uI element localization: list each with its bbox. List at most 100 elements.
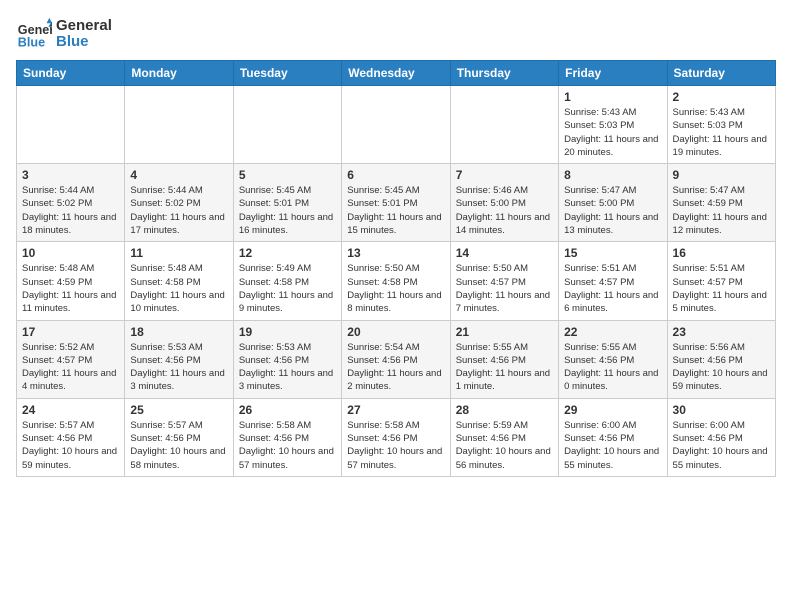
day-info: Sunrise: 5:45 AM Sunset: 5:01 PM Dayligh… [239,184,336,237]
calendar-table: SundayMondayTuesdayWednesdayThursdayFrid… [16,60,776,477]
day-info: Sunrise: 5:57 AM Sunset: 4:56 PM Dayligh… [130,419,227,472]
day-number: 29 [564,403,661,417]
day-number: 27 [347,403,444,417]
day-number: 19 [239,325,336,339]
calendar-cell: 25 Sunrise: 5:57 AM Sunset: 4:56 PM Dayli… [125,398,233,476]
day-number: 1 [564,90,661,104]
day-number: 25 [130,403,227,417]
logo-text-blue: Blue [56,34,112,51]
day-info: Sunrise: 5:51 AM Sunset: 4:57 PM Dayligh… [564,262,661,315]
day-info: Sunrise: 5:58 AM Sunset: 4:56 PM Dayligh… [239,419,336,472]
day-number: 9 [673,168,770,182]
logo-text-general: General [56,18,112,35]
weekday-header-monday: Monday [125,61,233,86]
calendar-header-row: SundayMondayTuesdayWednesdayThursdayFrid… [17,61,776,86]
logo: General Blue General Blue [16,16,112,52]
day-number: 24 [22,403,119,417]
day-info: Sunrise: 5:53 AM Sunset: 4:56 PM Dayligh… [130,341,227,394]
calendar-cell: 29 Sunrise: 6:00 AM Sunset: 4:56 PM Dayli… [559,398,667,476]
calendar-cell: 26 Sunrise: 5:58 AM Sunset: 4:56 PM Dayli… [233,398,341,476]
day-number: 5 [239,168,336,182]
calendar-cell: 14 Sunrise: 5:50 AM Sunset: 4:57 PM Dayli… [450,242,558,320]
calendar-cell: 1 Sunrise: 5:43 AM Sunset: 5:03 PM Daylig… [559,86,667,164]
day-number: 26 [239,403,336,417]
calendar-cell [17,86,125,164]
day-number: 17 [22,325,119,339]
calendar-cell: 6 Sunrise: 5:45 AM Sunset: 5:01 PM Daylig… [342,164,450,242]
day-info: Sunrise: 5:57 AM Sunset: 4:56 PM Dayligh… [22,419,119,472]
svg-text:Blue: Blue [18,36,45,50]
day-number: 13 [347,246,444,260]
day-info: Sunrise: 5:54 AM Sunset: 4:56 PM Dayligh… [347,341,444,394]
day-number: 23 [673,325,770,339]
calendar-cell: 15 Sunrise: 5:51 AM Sunset: 4:57 PM Dayli… [559,242,667,320]
calendar-cell: 4 Sunrise: 5:44 AM Sunset: 5:02 PM Daylig… [125,164,233,242]
calendar-cell: 19Sunrise: 5:53 AM Sunset: 4:56 PM Dayli… [233,320,341,398]
weekday-header-saturday: Saturday [667,61,775,86]
weekday-header-tuesday: Tuesday [233,61,341,86]
day-info: Sunrise: 5:44 AM Sunset: 5:02 PM Dayligh… [22,184,119,237]
day-info: Sunrise: 5:52 AM Sunset: 4:57 PM Dayligh… [22,341,119,394]
day-number: 14 [456,246,553,260]
day-number: 30 [673,403,770,417]
day-number: 15 [564,246,661,260]
day-number: 8 [564,168,661,182]
page-header: General Blue General Blue [16,16,776,52]
calendar-cell: 5 Sunrise: 5:45 AM Sunset: 5:01 PM Daylig… [233,164,341,242]
calendar-cell: 16 Sunrise: 5:51 AM Sunset: 4:57 PM Dayli… [667,242,775,320]
day-info: Sunrise: 6:00 AM Sunset: 4:56 PM Dayligh… [673,419,770,472]
calendar-cell: 27Sunrise: 5:58 AM Sunset: 4:56 PM Dayli… [342,398,450,476]
day-number: 16 [673,246,770,260]
day-number: 12 [239,246,336,260]
day-info: Sunrise: 5:55 AM Sunset: 4:56 PM Dayligh… [456,341,553,394]
calendar-week-3: 10 Sunrise: 5:48 AM Sunset: 4:59 PM Dayli… [17,242,776,320]
calendar-cell [450,86,558,164]
day-info: Sunrise: 5:55 AM Sunset: 4:56 PM Dayligh… [564,341,661,394]
calendar-cell: 17 Sunrise: 5:52 AM Sunset: 4:57 PM Dayli… [17,320,125,398]
day-number: 4 [130,168,227,182]
day-number: 22 [564,325,661,339]
day-info: Sunrise: 5:43 AM Sunset: 5:03 PM Dayligh… [564,106,661,159]
weekday-header-thursday: Thursday [450,61,558,86]
calendar-cell: 30 Sunrise: 6:00 AM Sunset: 4:56 PM Dayli… [667,398,775,476]
day-info: Sunrise: 5:59 AM Sunset: 4:56 PM Dayligh… [456,419,553,472]
calendar-cell: 11 Sunrise: 5:48 AM Sunset: 4:58 PM Dayli… [125,242,233,320]
day-number: 2 [673,90,770,104]
day-info: Sunrise: 5:47 AM Sunset: 4:59 PM Dayligh… [673,184,770,237]
calendar-week-2: 3 Sunrise: 5:44 AM Sunset: 5:02 PM Daylig… [17,164,776,242]
day-number: 11 [130,246,227,260]
calendar-cell: 13Sunrise: 5:50 AM Sunset: 4:58 PM Dayli… [342,242,450,320]
calendar-cell [233,86,341,164]
day-number: 20 [347,325,444,339]
calendar-cell: 9 Sunrise: 5:47 AM Sunset: 4:59 PM Daylig… [667,164,775,242]
calendar-cell: 8Sunrise: 5:47 AM Sunset: 5:00 PM Daylig… [559,164,667,242]
day-info: Sunrise: 6:00 AM Sunset: 4:56 PM Dayligh… [564,419,661,472]
calendar-cell: 3 Sunrise: 5:44 AM Sunset: 5:02 PM Daylig… [17,164,125,242]
calendar-cell [342,86,450,164]
day-info: Sunrise: 5:56 AM Sunset: 4:56 PM Dayligh… [673,341,770,394]
day-info: Sunrise: 5:48 AM Sunset: 4:59 PM Dayligh… [22,262,119,315]
calendar-cell: 20 Sunrise: 5:54 AM Sunset: 4:56 PM Dayli… [342,320,450,398]
day-info: Sunrise: 5:43 AM Sunset: 5:03 PM Dayligh… [673,106,770,159]
calendar-cell: 22 Sunrise: 5:55 AM Sunset: 4:56 PM Dayli… [559,320,667,398]
calendar-cell [125,86,233,164]
calendar-cell: 21 Sunrise: 5:55 AM Sunset: 4:56 PM Dayli… [450,320,558,398]
day-number: 28 [456,403,553,417]
day-info: Sunrise: 5:50 AM Sunset: 4:57 PM Dayligh… [456,262,553,315]
day-number: 3 [22,168,119,182]
day-number: 6 [347,168,444,182]
weekday-header-friday: Friday [559,61,667,86]
day-number: 7 [456,168,553,182]
day-info: Sunrise: 5:44 AM Sunset: 5:02 PM Dayligh… [130,184,227,237]
calendar-week-1: 1 Sunrise: 5:43 AM Sunset: 5:03 PM Daylig… [17,86,776,164]
day-number: 10 [22,246,119,260]
day-info: Sunrise: 5:49 AM Sunset: 4:58 PM Dayligh… [239,262,336,315]
logo-icon: General Blue [16,16,52,52]
day-info: Sunrise: 5:46 AM Sunset: 5:00 PM Dayligh… [456,184,553,237]
calendar-cell: 2 Sunrise: 5:43 AM Sunset: 5:03 PM Daylig… [667,86,775,164]
day-number: 21 [456,325,553,339]
day-info: Sunrise: 5:51 AM Sunset: 4:57 PM Dayligh… [673,262,770,315]
day-info: Sunrise: 5:45 AM Sunset: 5:01 PM Dayligh… [347,184,444,237]
calendar-cell: 24 Sunrise: 5:57 AM Sunset: 4:56 PM Dayli… [17,398,125,476]
day-info: Sunrise: 5:48 AM Sunset: 4:58 PM Dayligh… [130,262,227,315]
